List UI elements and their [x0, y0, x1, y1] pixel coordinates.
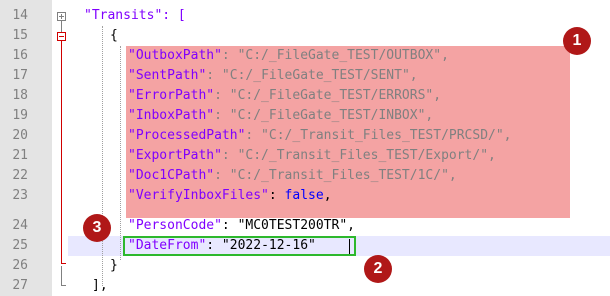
code-text: "Transits": [ — [84, 8, 186, 23]
line-number: 20 — [12, 128, 28, 143]
code-text: { — [110, 28, 118, 43]
line-number: 16 — [12, 48, 28, 63]
json-value: : "C:/_Transit_Files_TEST/PRCSD/", — [245, 128, 512, 143]
json-value: : "C:/_FileGate_TEST/OUTBOX", — [221, 48, 449, 63]
json-comma: , — [323, 188, 332, 203]
line-number: 14 — [12, 8, 28, 23]
code-line[interactable]: 27 ], — [0, 276, 610, 296]
line-number: 24 — [12, 218, 28, 233]
json-value: : "C:/_FileGate_TEST/INBOX", — [214, 108, 434, 123]
line-number: 26 — [12, 258, 28, 273]
code-line[interactable]: 20 "ProcessedPath": "C:/_Transit_Files_T… — [0, 126, 610, 146]
json-value: : "C:/_FileGate_TEST/ERRORS", — [214, 88, 442, 103]
code-line[interactable]: 18 "ErrorPath": "C:/_FileGate_TEST/ERROR… — [0, 86, 610, 106]
line-number: 21 — [12, 148, 28, 163]
line-number: 19 — [12, 108, 28, 123]
callout-badge-1: 1 — [563, 27, 591, 55]
line-number: 27 — [12, 278, 28, 293]
json-value: : "C:/_Transit_Files_TEST/1C/", — [214, 168, 457, 183]
code-line[interactable]: 16 "OutboxPath": "C:/_FileGate_TEST/OUTB… — [0, 46, 610, 66]
json-key: "Doc1CPath" — [128, 168, 215, 183]
json-key: "ExportPath" — [128, 148, 222, 163]
line-number: 25 — [12, 238, 28, 253]
json-key: "PersonCode" — [128, 218, 222, 233]
code-line[interactable]: 26 } — [0, 256, 610, 276]
callout-badge-3: 3 — [83, 214, 111, 242]
code-line[interactable]: 21 "ExportPath": "C:/_Transit_Files_TEST… — [0, 146, 610, 166]
code-text: ], — [92, 278, 108, 293]
code-line[interactable]: 15 { — [0, 26, 610, 46]
json-key: "VerifyInboxFiles" — [128, 188, 269, 203]
line-number: 18 — [12, 88, 28, 103]
json-key: "SentPath" — [128, 68, 207, 83]
code-line[interactable]: 17 "SentPath": "C:/_FileGate_TEST/SENT", — [0, 66, 610, 86]
line-number: 17 — [12, 68, 28, 83]
json-boolean: false — [284, 188, 324, 203]
text-cursor — [349, 239, 350, 254]
code-line[interactable]: 19 "InboxPath": "C:/_FileGate_TEST/INBOX… — [0, 106, 610, 126]
callout-badge-2: 2 — [364, 255, 392, 283]
code-line[interactable]: 14 "Transits": [ — [0, 6, 610, 26]
line-number: 15 — [12, 28, 28, 43]
code-line[interactable]: 22 "Doc1CPath": "C:/_Transit_Files_TEST/… — [0, 166, 610, 186]
code-text: } — [110, 258, 118, 273]
json-key: "ErrorPath" — [128, 88, 215, 103]
json-value: : "C:/_FileGate_TEST/SENT", — [206, 68, 418, 83]
json-key: "OutboxPath" — [128, 48, 222, 63]
code-line[interactable]: 23 "VerifyInboxFiles": false, — [0, 186, 610, 206]
json-value: : "C:/_Transit_Files_TEST/Export/", — [221, 148, 496, 163]
json-colon: : — [268, 188, 285, 203]
datefrom-highlight-box — [123, 236, 356, 256]
json-key: "ProcessedPath" — [128, 128, 246, 143]
json-value: : "MC0TEST200TR", — [221, 218, 355, 233]
line-number: 23 — [12, 188, 28, 203]
json-key: "InboxPath" — [128, 108, 215, 123]
line-number: 22 — [12, 168, 28, 183]
